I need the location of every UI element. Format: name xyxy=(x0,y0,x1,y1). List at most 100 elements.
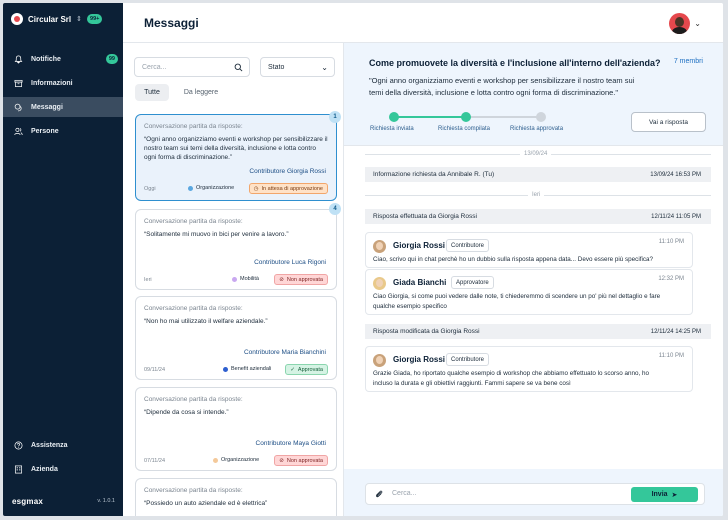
sidebar: Circular Srl ⇕ 99+ Notifiche 99 Informaz… xyxy=(3,3,123,516)
paperclip-icon[interactable] xyxy=(374,489,384,499)
block-icon: ⊘ xyxy=(279,276,284,283)
card-category-label: Mobilità xyxy=(240,276,259,282)
conversation-card[interactable]: Conversazione partita da risposte: “Soli… xyxy=(135,209,337,290)
message-time: 11:10 PM xyxy=(658,353,684,359)
sidebar-item-azienda[interactable]: Azienda xyxy=(3,459,123,479)
org-name: Circular Srl xyxy=(28,14,72,24)
org-logo-icon xyxy=(11,13,23,25)
tab-tutte[interactable]: Tutte xyxy=(135,84,169,101)
activity-event-time: 12/11/24 14:25 PM xyxy=(650,328,701,335)
status-badge-label: Approvata xyxy=(297,366,323,373)
status-filter-label: Stato xyxy=(268,63,285,71)
org-switcher[interactable]: Circular Srl ⇕ 99+ xyxy=(11,13,103,25)
sidebar-item-label: Messaggi xyxy=(31,103,63,111)
message-time: 12:32 PM xyxy=(658,276,684,282)
brand-logo: esgmax xyxy=(12,497,43,506)
card-intro: Conversazione partita da risposte: xyxy=(144,218,243,225)
message-input[interactable]: Cerca... Invia ➤ xyxy=(365,483,705,505)
sidebar-item-label: Persone xyxy=(31,127,59,135)
category-dot-icon xyxy=(188,185,193,191)
status-badge: ✓ Approvata xyxy=(285,364,328,375)
message-time: 11:10 PM xyxy=(658,239,684,245)
step-label: Richiesta approvata xyxy=(510,126,564,132)
step-connector xyxy=(394,116,466,118)
clock-icon: ◷ xyxy=(253,185,259,192)
card-quote: “Ogni anno organizziamo eventi e worksho… xyxy=(144,136,328,161)
check-circle-icon: ✓ xyxy=(290,366,295,373)
card-category-label: Organizzazione xyxy=(221,457,260,463)
activity-event: Informazione richiesta da Annibale R. (T… xyxy=(365,167,711,182)
status-filter-select[interactable]: Stato ⌄ xyxy=(260,57,335,77)
chevron-down-icon[interactable]: ⌄ xyxy=(694,19,701,28)
chat-message: Giada Bianchi Approvatore 12:32 PM Ciao … xyxy=(365,269,693,315)
message-avatar xyxy=(373,277,386,290)
card-intro: Conversazione partita da risposte: xyxy=(144,305,243,312)
sidebar-item-label: Notifiche xyxy=(31,55,61,63)
status-badge: ⊘ Non approvata xyxy=(274,274,328,285)
card-quote: “Possiedo un auto aziendale ed è elettri… xyxy=(144,500,268,507)
step-label: Richiesta compilata xyxy=(438,126,491,132)
top-header: Messaggi ⌄ xyxy=(123,3,723,43)
activity-event-text: Informazione richiesta da Annibale R. (T… xyxy=(373,171,495,178)
card-category: Mobilità xyxy=(232,276,259,282)
message-text-line: Grazie Giada, ho riportato qualche esemp… xyxy=(373,370,650,377)
card-category-label: Benefit aziendali xyxy=(231,366,272,372)
sidebar-item-label: Informazioni xyxy=(31,79,73,87)
sidebar-item-assistenza[interactable]: Assistenza xyxy=(3,435,123,455)
conversation-card[interactable]: Conversazione partita da risposte: “Non … xyxy=(135,296,337,380)
sidebar-item-persone[interactable]: Persone xyxy=(3,121,123,141)
message-avatar xyxy=(373,240,386,253)
sidebar-item-notifiche[interactable]: Notifiche 99 xyxy=(3,49,123,69)
sidebar-item-messaggi[interactable]: Messaggi xyxy=(3,97,123,117)
card-category: Organizzazione xyxy=(188,185,234,191)
status-badge-label: Non approvata xyxy=(286,457,323,464)
card-quote: “Non ho mai utilizzato il welfare aziend… xyxy=(144,318,268,325)
card-category-label: Organizzazione xyxy=(196,185,235,191)
search-icon xyxy=(234,63,243,72)
message-author: Giorgia Rossi xyxy=(393,241,446,250)
app-version: v. 1.0.1 xyxy=(97,498,115,504)
category-dot-icon xyxy=(223,366,228,372)
sidebar-item-label: Azienda xyxy=(31,465,58,473)
message-avatar xyxy=(373,354,386,367)
chevron-down-icon: ⌄ xyxy=(321,63,328,72)
message-text-line: incluso la durata e gli obiettivi raggiu… xyxy=(373,380,571,387)
message-input-placeholder: Cerca... xyxy=(392,490,417,497)
conversation-card[interactable]: Conversazione partita da risposte: “Ogni… xyxy=(135,114,337,201)
block-icon: ⊘ xyxy=(279,457,284,464)
status-badge-label: In attesa di approvazione xyxy=(261,185,323,192)
chat-message: Giorgia Rossi Contributore 11:10 PM Ciao… xyxy=(365,232,693,268)
card-intro: Conversazione partita da risposte: xyxy=(144,123,243,130)
message-composer: Cerca... Invia ➤ xyxy=(344,469,723,516)
unread-count-badge: 1 xyxy=(329,111,341,123)
question-header: Come promuovete la diversità e l'inclusi… xyxy=(344,43,723,146)
notification-count-badge: 99 xyxy=(105,54,118,64)
card-date: 07/11/24 xyxy=(144,458,166,464)
category-dot-icon xyxy=(232,276,237,282)
card-quote: “Solitamente mi muovo in bici per venire… xyxy=(144,231,289,238)
card-date: Ieri xyxy=(144,277,152,283)
tab-da-leggere[interactable]: Da leggere xyxy=(175,84,227,101)
building-icon xyxy=(14,465,23,474)
step-indicator-done xyxy=(461,112,471,122)
message-author: Giada Bianchi xyxy=(393,278,447,287)
category-dot-icon xyxy=(213,457,218,463)
date-divider-label: Ieri xyxy=(528,192,545,198)
conversation-card[interactable]: Conversazione partita da risposte: “Dipe… xyxy=(135,387,337,471)
activity-event: Risposta modificata da Giorgia Rossi 12/… xyxy=(365,324,711,339)
card-quote: “Dipende da cosa si intende.” xyxy=(144,409,229,416)
activity-event-text: Risposta effettuata da Giorgia Rossi xyxy=(373,213,477,220)
activity-event-time: 12/11/24 11:05 PM xyxy=(651,213,701,220)
sidebar-item-informazioni[interactable]: Informazioni xyxy=(3,73,123,93)
members-link[interactable]: 7 membri xyxy=(674,58,703,65)
app-window: Circular Srl ⇕ 99+ Notifiche 99 Informaz… xyxy=(3,3,723,516)
conversation-card[interactable]: Conversazione partita da risposte: “Poss… xyxy=(135,478,337,516)
conversation-list-panel: Cerca... Stato ⌄ Tutte Da leggere Conver… xyxy=(123,43,344,516)
bell-icon xyxy=(14,55,23,64)
conversation-detail-panel: Come promuovete la diversità e l'inclusi… xyxy=(344,43,723,516)
search-input[interactable]: Cerca... xyxy=(134,57,250,77)
go-to-answer-button[interactable]: Vai a risposta xyxy=(631,112,706,132)
card-date: Oggi xyxy=(144,186,156,192)
send-button[interactable]: Invia ➤ xyxy=(631,487,698,502)
user-avatar[interactable] xyxy=(669,13,690,34)
